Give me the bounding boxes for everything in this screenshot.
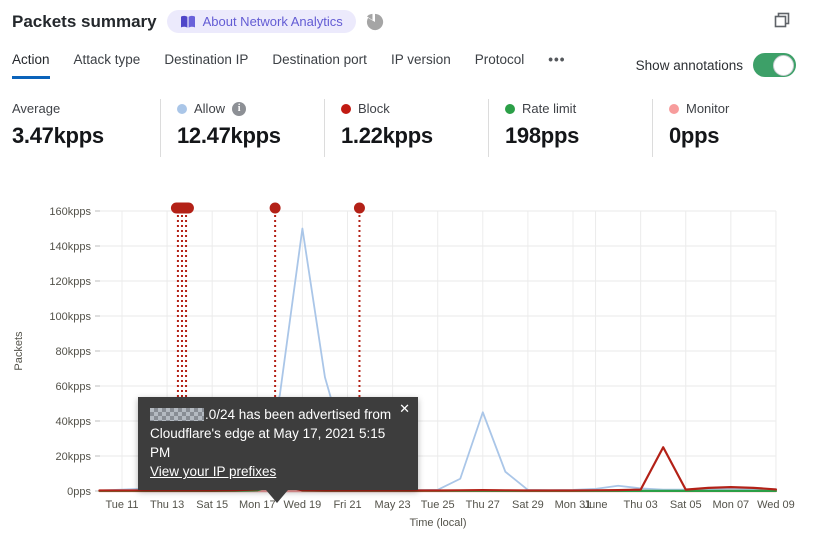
- svg-text:120kpps: 120kpps: [49, 276, 91, 288]
- tab-ip-version[interactable]: IP version: [391, 52, 451, 79]
- svg-text:June: June: [584, 499, 608, 511]
- tooltip-caret: [266, 489, 288, 503]
- svg-text:Sat 05: Sat 05: [670, 499, 702, 511]
- svg-text:Thu 03: Thu 03: [624, 499, 658, 511]
- svg-text:Sat 15: Sat 15: [196, 499, 228, 511]
- show-annotations-control: Show annotations: [636, 53, 796, 77]
- annotation-marker-dot[interactable]: [353, 202, 365, 214]
- svg-text:Wed 19: Wed 19: [284, 499, 322, 511]
- stat-label: Rate limit: [522, 101, 577, 116]
- svg-text:Thu 27: Thu 27: [466, 499, 500, 511]
- overlapping-windows-icon[interactable]: [774, 12, 790, 33]
- stat-value: 12.47kpps: [177, 123, 281, 148]
- svg-text:100kpps: 100kpps: [49, 311, 91, 323]
- tab-attack-type[interactable]: Attack type: [74, 52, 141, 79]
- annotation-marker-dot[interactable]: [269, 202, 281, 214]
- tab-destination-port[interactable]: Destination port: [272, 52, 367, 79]
- toggle-knob: [773, 54, 794, 76]
- block-legend-dot: [341, 103, 351, 114]
- allow-legend-dot: [177, 103, 187, 114]
- tab-bar: Action Attack type Destination IP Destin…: [12, 52, 565, 79]
- monitor-legend-dot: [669, 103, 679, 114]
- svg-text:60kpps: 60kpps: [56, 381, 92, 393]
- svg-text:Mon 07: Mon 07: [712, 499, 749, 511]
- page-header: Packets summary About Network Analytics: [12, 10, 384, 33]
- stat-allow: Allow i 12.47kpps: [160, 99, 324, 157]
- view-ip-prefixes-link[interactable]: View your IP prefixes: [150, 464, 276, 479]
- stat-value: 198pps: [505, 123, 580, 148]
- svg-text:May 23: May 23: [375, 499, 411, 511]
- svg-text:Thu 13: Thu 13: [150, 499, 184, 511]
- tab-action[interactable]: Action: [12, 52, 50, 79]
- stat-value: 0pps: [669, 123, 720, 148]
- svg-text:20kpps: 20kpps: [56, 451, 92, 463]
- annotation-tooltip: ✕ .0/24 has been advertised from Cloudfl…: [138, 397, 418, 503]
- svg-text:Tue 11: Tue 11: [105, 499, 138, 511]
- stat-rate-limit: Rate limit 198pps: [488, 99, 652, 157]
- badge-label: About Network Analytics: [202, 14, 343, 29]
- redacted-ip-prefix: [150, 408, 204, 421]
- svg-text:Wed 09: Wed 09: [757, 499, 795, 511]
- svg-text:Tue 25: Tue 25: [421, 499, 455, 511]
- page-title: Packets summary: [12, 11, 157, 31]
- stat-label: Allow: [194, 101, 226, 116]
- svg-text:160kpps: 160kpps: [49, 206, 91, 218]
- annotation-marker-pill[interactable]: [170, 202, 194, 214]
- tooltip-text: .0/24 has been advertised from Cloudflar…: [150, 407, 392, 461]
- rate-limit-legend-dot: [505, 103, 515, 114]
- stats-row: Average 3.47kpps Allow i 12.47kpps Block…: [12, 99, 816, 157]
- close-icon[interactable]: ✕: [399, 402, 410, 415]
- stat-label: Block: [358, 101, 390, 116]
- book-icon: [180, 15, 196, 29]
- stat-value: 1.22kpps: [341, 123, 433, 148]
- tab-protocol[interactable]: Protocol: [475, 52, 525, 79]
- about-network-analytics-badge[interactable]: About Network Analytics: [166, 10, 356, 33]
- stat-block: Block 1.22kpps: [324, 99, 488, 157]
- svg-text:0pps: 0pps: [67, 486, 91, 498]
- stat-average: Average 3.47kpps: [12, 99, 160, 157]
- stat-label: Monitor: [686, 101, 730, 116]
- info-icon[interactable]: i: [232, 101, 247, 116]
- svg-text:140kpps: 140kpps: [49, 241, 91, 253]
- stat-value: 3.47kpps: [12, 123, 104, 148]
- svg-text:Sat 29: Sat 29: [512, 499, 544, 511]
- svg-text:Packets: Packets: [13, 331, 25, 371]
- svg-text:80kpps: 80kpps: [56, 346, 92, 358]
- svg-text:Time (local): Time (local): [409, 517, 466, 529]
- svg-text:40kpps: 40kpps: [56, 416, 92, 428]
- show-annotations-toggle[interactable]: [753, 53, 796, 77]
- tab-destination-ip[interactable]: Destination IP: [164, 52, 248, 79]
- pie-chart-icon[interactable]: [366, 13, 384, 31]
- stat-monitor: Monitor 0pps: [652, 99, 816, 157]
- show-annotations-label: Show annotations: [635, 57, 743, 73]
- stat-label: Average: [12, 101, 61, 116]
- more-tabs-icon[interactable]: •••: [548, 52, 565, 79]
- svg-text:Fri 21: Fri 21: [333, 499, 361, 511]
